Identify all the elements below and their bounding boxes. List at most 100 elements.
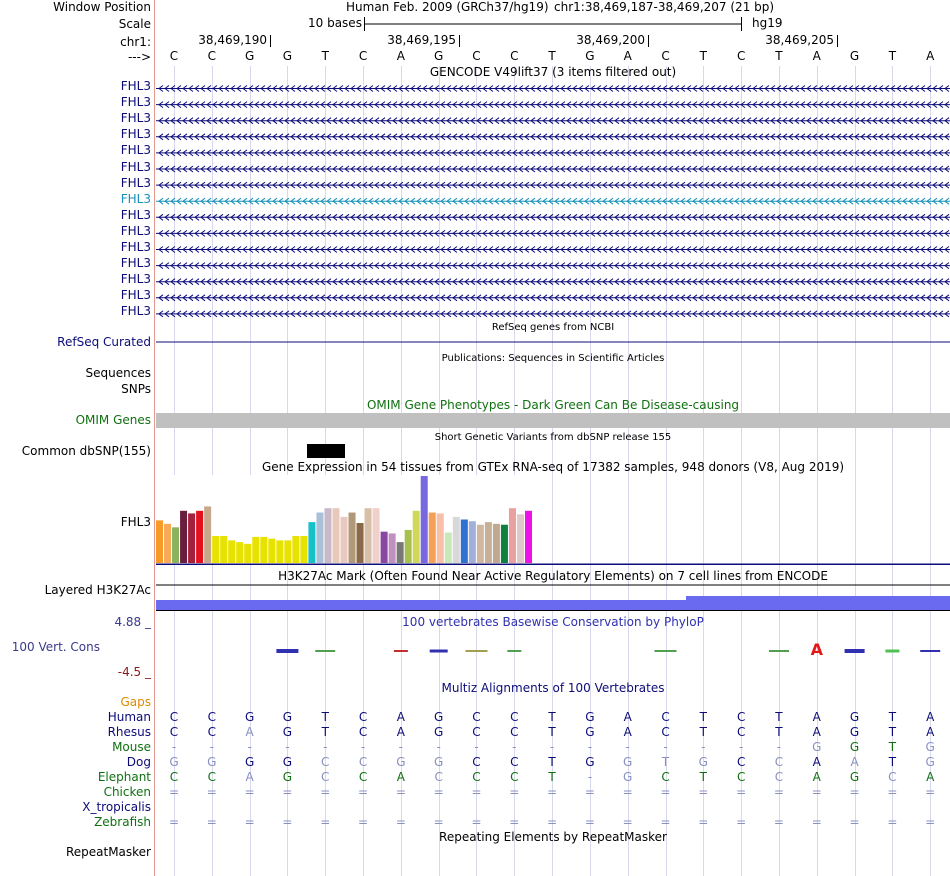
gencode-transcript-line[interactable] [156, 213, 950, 221]
gencode-transcript-line[interactable] [156, 230, 950, 237]
multiz-species-label[interactable]: Elephant [98, 770, 151, 785]
gtex-tissue-bar[interactable] [460, 519, 468, 564]
gtex-tissue-bar[interactable] [188, 513, 196, 563]
multiz-species-label[interactable]: Zebrafish [94, 815, 151, 830]
publications-track-title[interactable]: Publications: Sequences in Scientific Ar… [156, 351, 950, 366]
gtex-tissue-bar[interactable] [236, 542, 244, 563]
gencode-transcript-label[interactable]: FHL3 [121, 272, 151, 287]
gencode-transcript-line[interactable] [156, 310, 950, 318]
gencode-transcript-label[interactable]: FHL3 [121, 240, 151, 255]
gencode-transcript-label[interactable]: FHL3 [121, 256, 151, 271]
publications-sequences-label[interactable]: Sequences [86, 366, 151, 381]
multiz-species-label[interactable]: Rhesus [108, 725, 151, 740]
gtex-tissue-bar[interactable] [468, 521, 476, 563]
gencode-transcript-line[interactable] [156, 278, 950, 286]
gtex-tissue-bar[interactable] [484, 522, 492, 563]
gencode-transcript-label[interactable]: FHL3 [121, 79, 151, 94]
dna-sequence-row[interactable]: CCGGTCAGCCTGACTCTAGTA [156, 49, 950, 65]
repeatmasker-track-title[interactable]: Repeating Elements by RepeatMasker [156, 830, 950, 845]
layered-h3k27ac-label[interactable]: Layered H3K27Ac [45, 583, 151, 598]
dbsnp-track-title[interactable]: Short Genetic Variants from dbSNP releas… [156, 430, 950, 445]
gtex-tissue-bar[interactable] [444, 532, 452, 563]
refseq-track-title[interactable]: RefSeq genes from NCBI [156, 320, 950, 335]
gtex-tissue-bar[interactable] [244, 543, 252, 563]
h3k27ac-signal[interactable] [156, 584, 950, 614]
gencode-transcript-line[interactable] [156, 101, 950, 108]
gtex-tissue-bar[interactable] [364, 508, 372, 563]
gtex-tissue-bar[interactable] [452, 516, 460, 563]
gencode-transcript-line[interactable] [156, 197, 950, 205]
multiz-track-title[interactable]: Multiz Alignments of 100 Vertebrates [156, 681, 950, 696]
gtex-tissue-bar[interactable] [372, 508, 380, 563]
gencode-track-title[interactable]: GENCODE V49lift37 (3 items filtered out) [156, 65, 950, 80]
gtex-tissue-bar[interactable] [180, 510, 188, 563]
gencode-transcript-line[interactable] [156, 117, 950, 125]
gencode-transcript-label[interactable]: FHL3 [121, 160, 151, 175]
gtex-track-title[interactable]: Gene Expression in 54 tissues from GTEx … [156, 460, 950, 475]
gtex-tissue-bar[interactable] [308, 522, 316, 563]
gencode-transcript-line[interactable] [156, 133, 950, 141]
gencode-transcript-label[interactable]: FHL3 [121, 111, 151, 126]
gtex-tissue-bar[interactable] [508, 508, 516, 563]
gencode-transcript-label[interactable]: FHL3 [121, 127, 151, 142]
gtex-tissue-bar[interactable] [404, 529, 412, 563]
gtex-tissue-bar[interactable] [356, 522, 364, 563]
gtex-tissue-bar[interactable] [204, 506, 212, 563]
gtex-tissue-bar[interactable] [300, 536, 308, 563]
gtex-tissue-bar[interactable] [332, 508, 340, 563]
gtex-tissue-bar[interactable] [524, 510, 532, 563]
dbsnp-variant-block[interactable] [307, 444, 345, 458]
omim-gene-bar[interactable] [156, 413, 950, 428]
refseq-transcript-line[interactable] [156, 337, 950, 347]
gtex-tissue-bar[interactable] [212, 536, 220, 563]
vert-cons-label[interactable]: 100 Vert. Cons [12, 640, 100, 655]
gencode-transcript-label[interactable]: FHL3 [121, 143, 151, 158]
gtex-tissue-bar[interactable] [164, 523, 172, 563]
refseq-curated-label[interactable]: RefSeq Curated [57, 335, 151, 350]
conservation-track-title[interactable]: 100 vertebrates Basewise Conservation by… [156, 615, 950, 630]
gencode-transcript-line[interactable] [156, 246, 950, 253]
gtex-tissue-bar[interactable] [388, 533, 396, 563]
gencode-transcript-label[interactable]: FHL3 [121, 192, 151, 207]
gtex-tissue-bar[interactable] [292, 536, 300, 563]
gencode-transcript-label[interactable]: FHL3 [121, 95, 151, 110]
gtex-tissue-bar[interactable] [324, 508, 332, 563]
gtex-tissue-bar[interactable] [340, 516, 348, 563]
gencode-transcript-line[interactable] [156, 294, 950, 302]
multiz-species-label[interactable]: Human [108, 710, 151, 725]
gtex-tissue-bar[interactable] [436, 513, 444, 563]
gtex-tissue-bar[interactable] [260, 536, 268, 563]
h3k27ac-track-title[interactable]: H3K27Ac Mark (Often Found Near Active Re… [156, 569, 950, 584]
omim-track-title[interactable]: OMIM Gene Phenotypes - Dark Green Can Be… [156, 398, 950, 413]
gtex-tissue-bar[interactable] [412, 510, 420, 563]
gtex-tissue-bar[interactable] [252, 536, 260, 563]
gtex-tissue-bar[interactable] [492, 523, 500, 563]
gtex-tissue-bar[interactable] [428, 512, 436, 563]
gencode-transcripts[interactable] [156, 80, 950, 325]
gaps-label[interactable]: Gaps [120, 695, 151, 710]
gencode-transcript-label[interactable]: FHL3 [121, 288, 151, 303]
gtex-expression-chart[interactable] [156, 475, 950, 565]
gtex-tissue-bar[interactable] [228, 540, 236, 563]
repeatmasker-label[interactable]: RepeatMasker [66, 845, 151, 860]
gencode-transcript-line[interactable] [156, 181, 950, 189]
gtex-tissue-bar[interactable] [172, 527, 180, 563]
multiz-species-label[interactable]: Mouse [112, 740, 151, 755]
gtex-tissue-bar[interactable] [276, 540, 284, 563]
gtex-tissue-bar[interactable] [220, 536, 228, 563]
gtex-tissue-bar[interactable] [156, 520, 164, 563]
multiz-species-label[interactable]: Chicken [104, 785, 151, 800]
gencode-transcript-label[interactable]: FHL3 [121, 208, 151, 223]
gtex-tissue-bar[interactable] [196, 510, 204, 563]
gtex-tissue-bar[interactable] [316, 512, 324, 563]
gtex-tissue-bar[interactable] [396, 542, 404, 563]
gtex-tissue-bar[interactable] [476, 524, 484, 563]
gtex-fhl3-label[interactable]: FHL3 [121, 515, 151, 530]
multiz-species-label[interactable]: X_tropicalis [82, 800, 151, 815]
gencode-transcript-label[interactable]: FHL3 [121, 304, 151, 319]
gtex-tissue-bar[interactable] [348, 512, 356, 563]
gencode-transcript-label[interactable]: FHL3 [121, 176, 151, 191]
gtex-tissue-bar[interactable] [268, 538, 276, 563]
gtex-tissue-bar[interactable] [284, 540, 292, 563]
gtex-tissue-bar[interactable] [380, 531, 388, 563]
